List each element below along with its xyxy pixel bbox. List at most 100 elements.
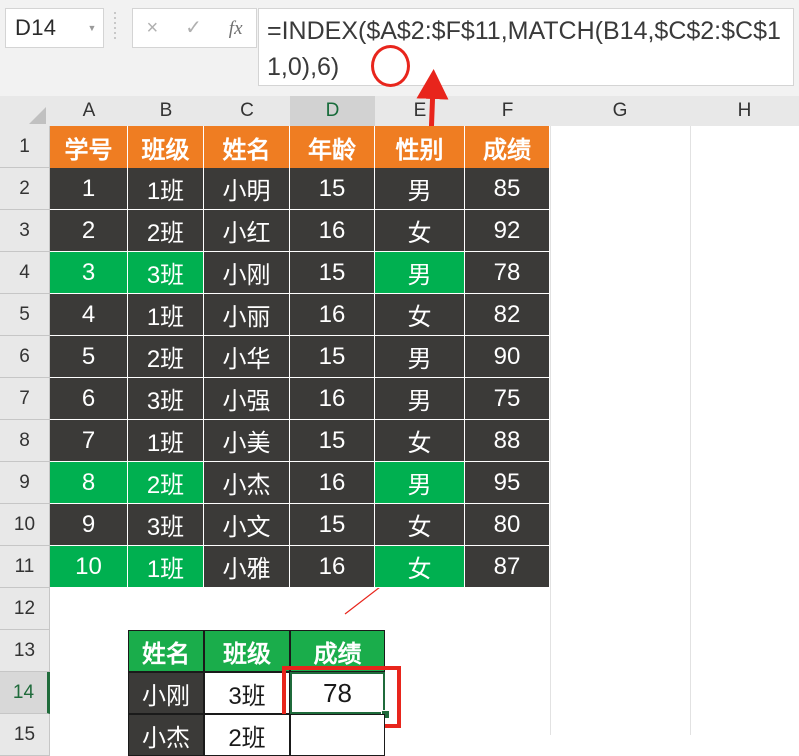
table-cell[interactable]: 6: [50, 378, 128, 420]
column-header-b[interactable]: B: [128, 96, 205, 126]
table-cell[interactable]: 小华: [204, 336, 290, 378]
column-header-f[interactable]: F: [465, 96, 551, 126]
column-header-a[interactable]: A: [50, 96, 129, 126]
row-header-7[interactable]: 7: [0, 378, 50, 420]
table-cell[interactable]: 8: [50, 462, 128, 504]
function-icon[interactable]: fx: [229, 19, 243, 38]
table-cell[interactable]: 16: [290, 294, 375, 336]
table-cell[interactable]: 男: [375, 462, 465, 504]
selected-cell-d14[interactable]: 78: [290, 672, 385, 714]
table-cell[interactable]: 82: [465, 294, 550, 336]
table-cell[interactable]: 90: [465, 336, 550, 378]
row-header-11[interactable]: 11: [0, 546, 50, 588]
table-cell[interactable]: 小文: [204, 504, 290, 546]
table-cell[interactable]: 小杰: [204, 462, 290, 504]
table-cell[interactable]: 小雅: [204, 546, 290, 588]
lookup-class-cell[interactable]: 2班: [204, 714, 290, 756]
table-cell[interactable]: 5: [50, 336, 128, 378]
table-header-cell[interactable]: 学号: [50, 126, 128, 168]
table-header-cell[interactable]: 姓名: [204, 126, 290, 168]
table-cell[interactable]: 85: [465, 168, 550, 210]
table-header-cell[interactable]: 性别: [375, 126, 465, 168]
select-all-corner[interactable]: [0, 96, 51, 126]
table-cell[interactable]: 女: [375, 294, 465, 336]
column-header-c[interactable]: C: [204, 96, 291, 126]
table-cell[interactable]: 女: [375, 210, 465, 252]
table-cell[interactable]: 1班: [128, 420, 204, 462]
table-cell[interactable]: 女: [375, 546, 465, 588]
table-header-cell[interactable]: 年龄: [290, 126, 375, 168]
table-cell[interactable]: 3: [50, 252, 128, 294]
row-header-15[interactable]: 15: [0, 714, 50, 756]
table-header-cell[interactable]: 班级: [128, 126, 204, 168]
table-cell[interactable]: 2班: [128, 462, 204, 504]
column-header-d[interactable]: D: [290, 96, 376, 128]
table-cell[interactable]: 16: [290, 546, 375, 588]
table-cell[interactable]: 15: [290, 504, 375, 546]
name-box[interactable]: D14 ▼: [5, 8, 104, 48]
table-cell[interactable]: 75: [465, 378, 550, 420]
table-cell[interactable]: 16: [290, 462, 375, 504]
table-cell[interactable]: 78: [465, 252, 550, 294]
row-header-9[interactable]: 9: [0, 462, 50, 504]
column-header-g[interactable]: G: [550, 96, 691, 126]
table-cell[interactable]: 女: [375, 420, 465, 462]
table-cell[interactable]: 15: [290, 420, 375, 462]
table-cell[interactable]: 男: [375, 168, 465, 210]
table-cell[interactable]: 80: [465, 504, 550, 546]
table-cell[interactable]: 1班: [128, 294, 204, 336]
table-cell[interactable]: 男: [375, 336, 465, 378]
table-cell[interactable]: 3班: [128, 504, 204, 546]
row-header-4[interactable]: 4: [0, 252, 50, 294]
lookup-header-cell[interactable]: 成绩: [290, 630, 385, 672]
lookup-name-cell[interactable]: 小刚: [128, 672, 204, 714]
table-cell[interactable]: 7: [50, 420, 128, 462]
row-header-3[interactable]: 3: [0, 210, 50, 252]
cancel-icon[interactable]: ×: [146, 18, 158, 38]
row-header-10[interactable]: 10: [0, 504, 50, 546]
table-cell[interactable]: 女: [375, 504, 465, 546]
table-cell[interactable]: 1班: [128, 168, 204, 210]
column-header-h[interactable]: H: [690, 96, 799, 126]
table-cell[interactable]: 2: [50, 210, 128, 252]
row-header-12[interactable]: 12: [0, 588, 50, 630]
table-cell[interactable]: 小红: [204, 210, 290, 252]
table-cell[interactable]: 87: [465, 546, 550, 588]
lookup-name-cell[interactable]: 小杰: [128, 714, 204, 756]
table-cell[interactable]: 小强: [204, 378, 290, 420]
table-cell[interactable]: 1班: [128, 546, 204, 588]
table-cell[interactable]: 15: [290, 168, 375, 210]
table-cell[interactable]: 95: [465, 462, 550, 504]
table-cell[interactable]: 9: [50, 504, 128, 546]
table-cell[interactable]: 15: [290, 252, 375, 294]
row-header-8[interactable]: 8: [0, 420, 50, 462]
table-header-cell[interactable]: 成绩: [465, 126, 550, 168]
table-cell[interactable]: 男: [375, 378, 465, 420]
table-cell[interactable]: 92: [465, 210, 550, 252]
column-header-e[interactable]: E: [375, 96, 466, 126]
table-cell[interactable]: 小明: [204, 168, 290, 210]
table-cell[interactable]: 15: [290, 336, 375, 378]
table-cell[interactable]: 男: [375, 252, 465, 294]
table-cell[interactable]: 16: [290, 210, 375, 252]
confirm-icon[interactable]: ✓: [185, 18, 202, 38]
lookup-header-cell[interactable]: 班级: [204, 630, 290, 672]
table-cell[interactable]: 2班: [128, 336, 204, 378]
lookup-header-cell[interactable]: 姓名: [128, 630, 204, 672]
table-cell[interactable]: 小美: [204, 420, 290, 462]
row-header-6[interactable]: 6: [0, 336, 50, 378]
table-cell[interactable]: 1: [50, 168, 128, 210]
table-cell[interactable]: 4: [50, 294, 128, 336]
table-cell[interactable]: 10: [50, 546, 128, 588]
row-header-14[interactable]: 14: [0, 672, 50, 714]
row-header-13[interactable]: 13: [0, 630, 50, 672]
table-cell[interactable]: 88: [465, 420, 550, 462]
lookup-class-cell[interactable]: 3班: [204, 672, 290, 714]
table-cell[interactable]: 3班: [128, 378, 204, 420]
table-cell[interactable]: 16: [290, 378, 375, 420]
lookup-score-cell[interactable]: [290, 714, 385, 756]
table-cell[interactable]: 小丽: [204, 294, 290, 336]
formula-input[interactable]: =INDEX($A$2:$F$11,MATCH(B14,$C$2:$C$11,0…: [258, 8, 794, 86]
table-cell[interactable]: 小刚: [204, 252, 290, 294]
row-header-2[interactable]: 2: [0, 168, 50, 210]
